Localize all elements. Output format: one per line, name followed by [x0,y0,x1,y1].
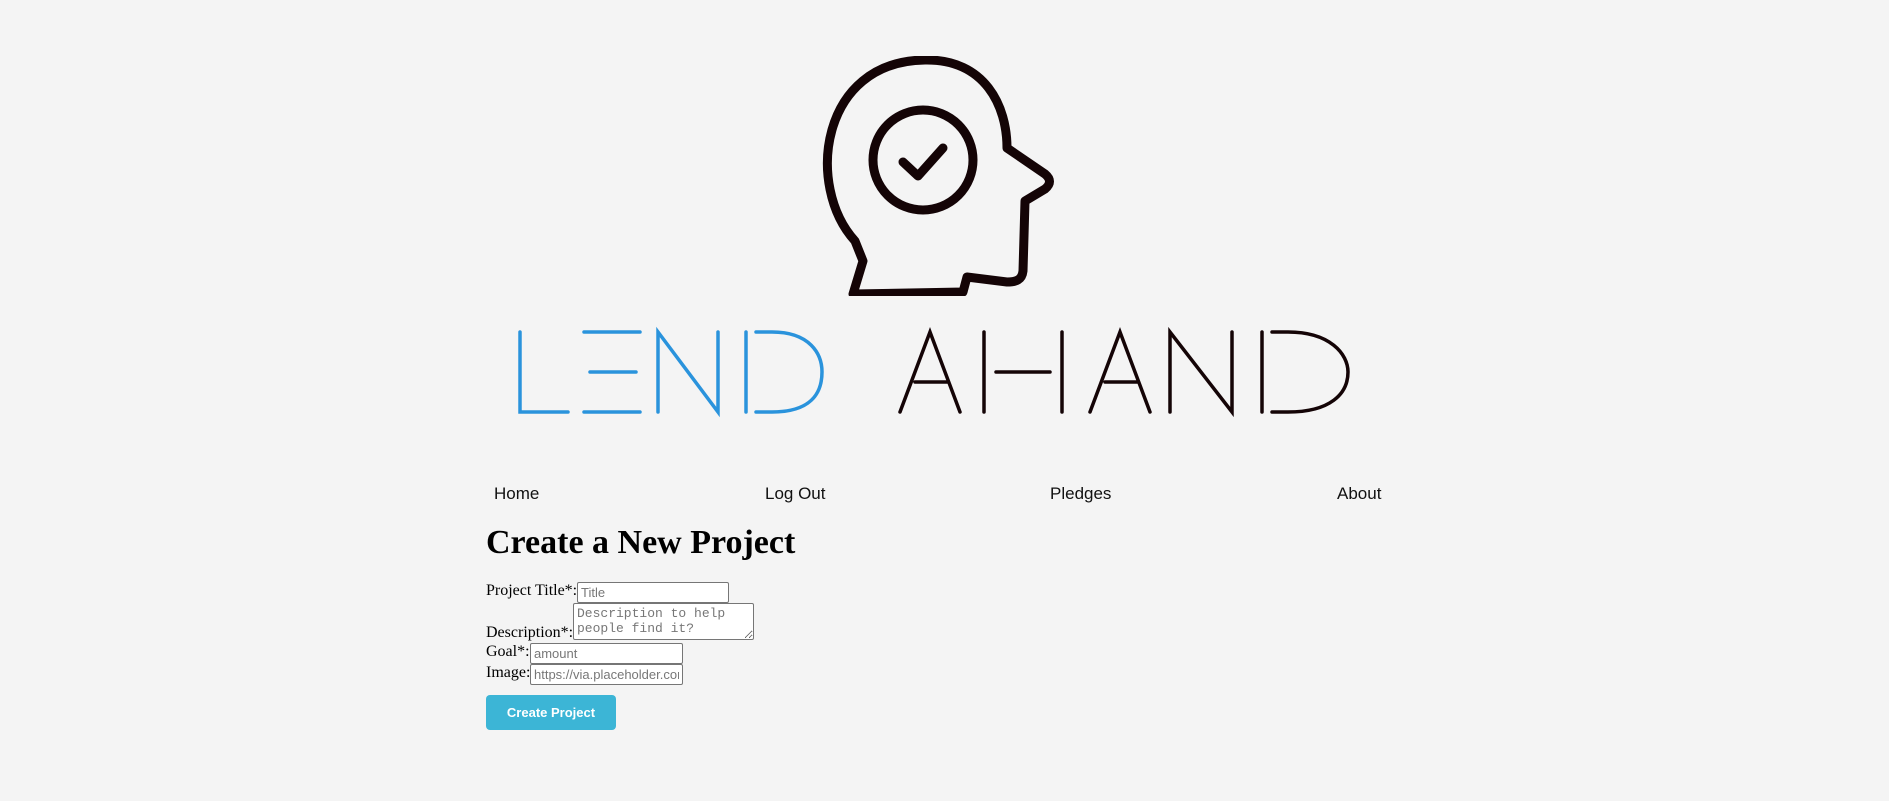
page-title: Create a New Project [486,524,796,561]
nav-home-link[interactable]: Home [494,484,539,504]
project-title-label: Project Title*: [486,582,578,599]
description-row: Description*: [486,624,573,642]
image-url-input[interactable] [530,664,683,685]
nav-logout-link[interactable]: Log Out [765,484,826,504]
image-label: Image: [486,664,531,681]
nav-about-link[interactable]: About [1337,484,1381,504]
goal-input[interactable] [530,643,683,664]
logo-wordmark [518,326,1350,418]
create-project-button[interactable]: Create Project [486,695,616,730]
image-row: Image: [486,664,530,682]
main-nav: Home Log Out Pledges About [0,484,1889,508]
goal-row: Goal*: [486,643,530,661]
description-textarea[interactable] [573,603,754,640]
description-label: Description*: [486,624,574,641]
title-row: Project Title*: [486,582,577,600]
nav-pledges-link[interactable]: Pledges [1050,484,1111,504]
head-checkmark-icon [823,56,1054,296]
goal-label: Goal*: [486,643,530,660]
project-title-input[interactable] [577,582,729,603]
